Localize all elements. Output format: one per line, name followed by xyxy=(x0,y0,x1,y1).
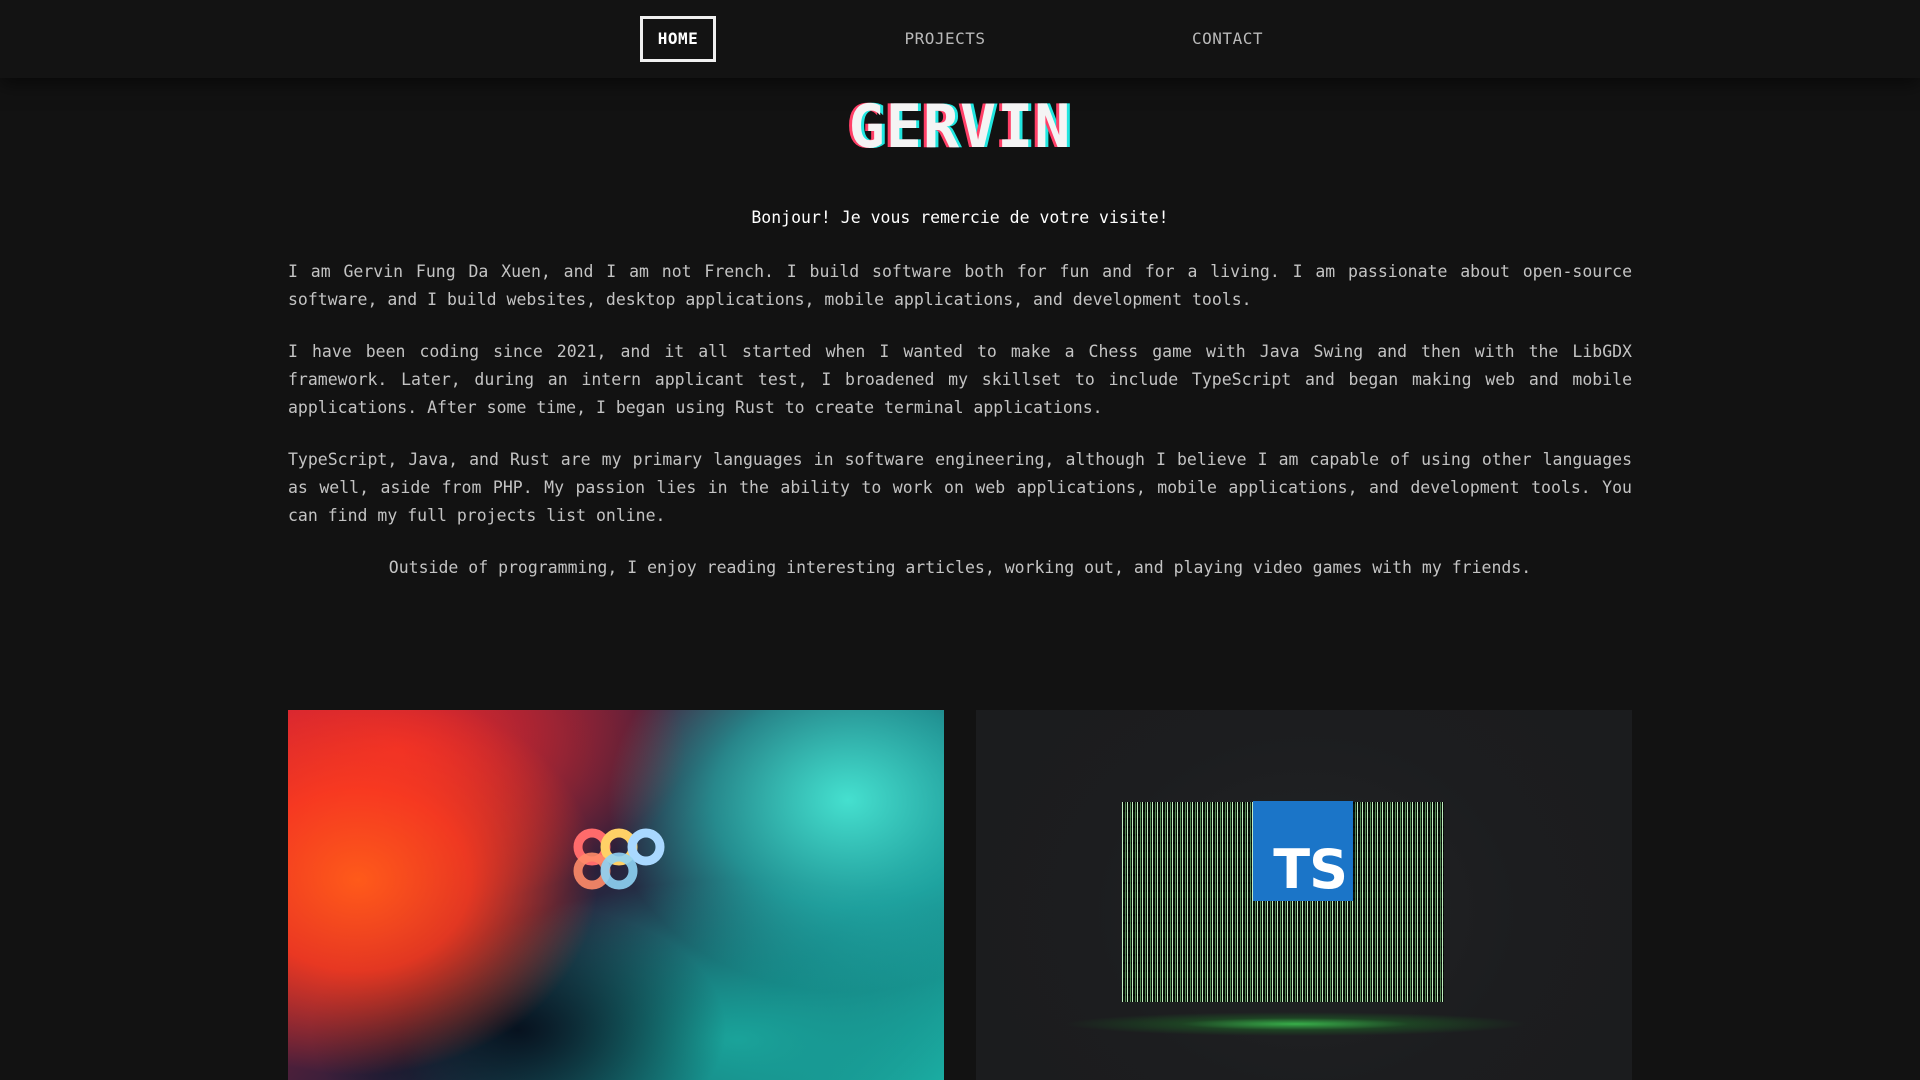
nav-contact-link[interactable]: CONTACT xyxy=(1165,16,1290,62)
nav-projects-link[interactable]: PROJECTS xyxy=(880,16,1010,62)
colorful-knot-logo-icon xyxy=(573,828,665,890)
intro-paragraph: Outside of programming, I enjoy reading … xyxy=(388,558,1532,577)
ts-badge-label: TS xyxy=(1273,838,1348,901)
top-nav-bar: HOME PROJECTS CONTACT xyxy=(0,0,1920,78)
intro-paragraph: TypeScript, Java, and Rust are my primar… xyxy=(288,450,1632,525)
project-card-right[interactable]: TS xyxy=(976,710,1632,1080)
page-title: GERVIN xyxy=(848,92,1072,162)
nav-home-link[interactable]: HOME xyxy=(640,16,716,62)
screen-glow xyxy=(1046,1010,1546,1038)
greeting-text: Bonjour! Je vous remercie de votre visit… xyxy=(751,208,1169,227)
intro-content: I am Gervin Fung Da Xuen, and I am not F… xyxy=(288,258,1632,606)
project-card-left[interactable] xyxy=(288,710,944,1080)
intro-paragraph: I am Gervin Fung Da Xuen, and I am not F… xyxy=(288,262,1632,309)
typescript-logo-icon: TS xyxy=(1253,801,1353,901)
intro-paragraph: I have been coding since 2021, and it al… xyxy=(288,342,1632,417)
